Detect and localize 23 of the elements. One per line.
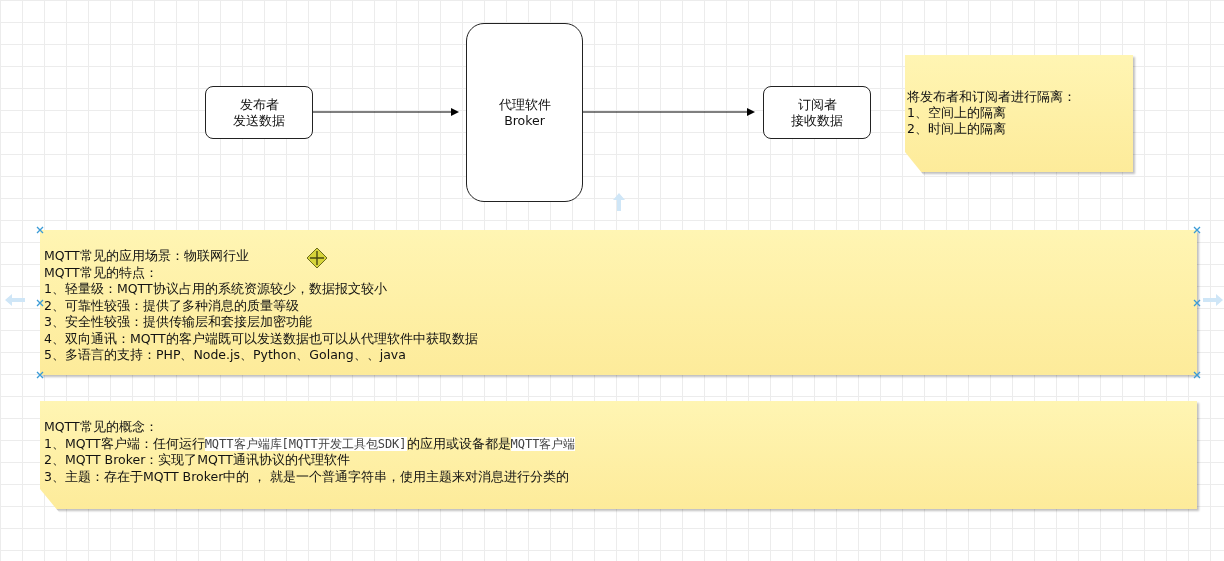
diagram-node: 代理软件 Broker	[466, 23, 583, 202]
note-line: 3、主题：存在于MQTT Broker中的 ， 就是一个普通字符串，使用主题来对消息进行分类的	[44, 468, 570, 485]
note-line: 1、MQTT客户端：任何运行MQTT客户端库[MQTT开发工具包SDK]的应用或设备都是MQTT客户端	[44, 435, 576, 452]
note-line: 1、轻量级：MQTT协议占用的系统资源较少，数据报文较小	[44, 281, 387, 298]
selection-handle-icon[interactable]	[1193, 371, 1201, 379]
note-line: 2、可靠性较强：提供了多种消息的质量等级	[44, 297, 299, 314]
diagram-node: 发布者 发送数据	[205, 86, 313, 139]
note-text: 将发布者和订阅者进行隔离： 1、空间上的隔离 2、时间上的隔离	[907, 89, 1077, 137]
sticky-note[interactable]: MQTT常见的概念： 1、MQTT客户端：任何运行MQTT客户端库[MQTT开发工具包SDK]的应用或设备都是MQTT客户端 2、MQTT Broker：实现了MQTT通讯协议的代理软件 3、主题：存在于MQTT Broker中的 ， 就是一个普通字符串，使用主题来对消息进行分类的	[40, 401, 1197, 509]
note-line: MQTT常见的概念：	[44, 419, 158, 436]
note-line: MQTT常见的特点：	[44, 264, 158, 281]
note-line: 5、多语言的支持：PHP、Node.js、Python、Golang、、java	[44, 347, 406, 364]
move-cursor-icon	[307, 248, 327, 268]
note-line: 2、MQTT Broker：实现了MQTT通讯协议的代理软件	[44, 452, 350, 469]
selection-handle-icon[interactable]	[36, 298, 44, 307]
note-line: 3、安全性较强：提供传输层和套接层加密功能	[44, 314, 312, 331]
note-line: MQTT常见的应用场景：物联网行业	[44, 248, 249, 265]
selection-handle-icon[interactable]	[36, 226, 44, 234]
diagram-node: 订阅者 接收数据	[763, 86, 871, 139]
selection-handle-icon[interactable]	[1193, 298, 1201, 307]
note-line: 4、双向通讯：MQTT的客户端既可以发送数据也可以从代理软件中获取数据	[44, 330, 478, 347]
selection-handle-icon[interactable]	[36, 371, 44, 379]
selection-handle-icon[interactable]	[1193, 226, 1201, 234]
